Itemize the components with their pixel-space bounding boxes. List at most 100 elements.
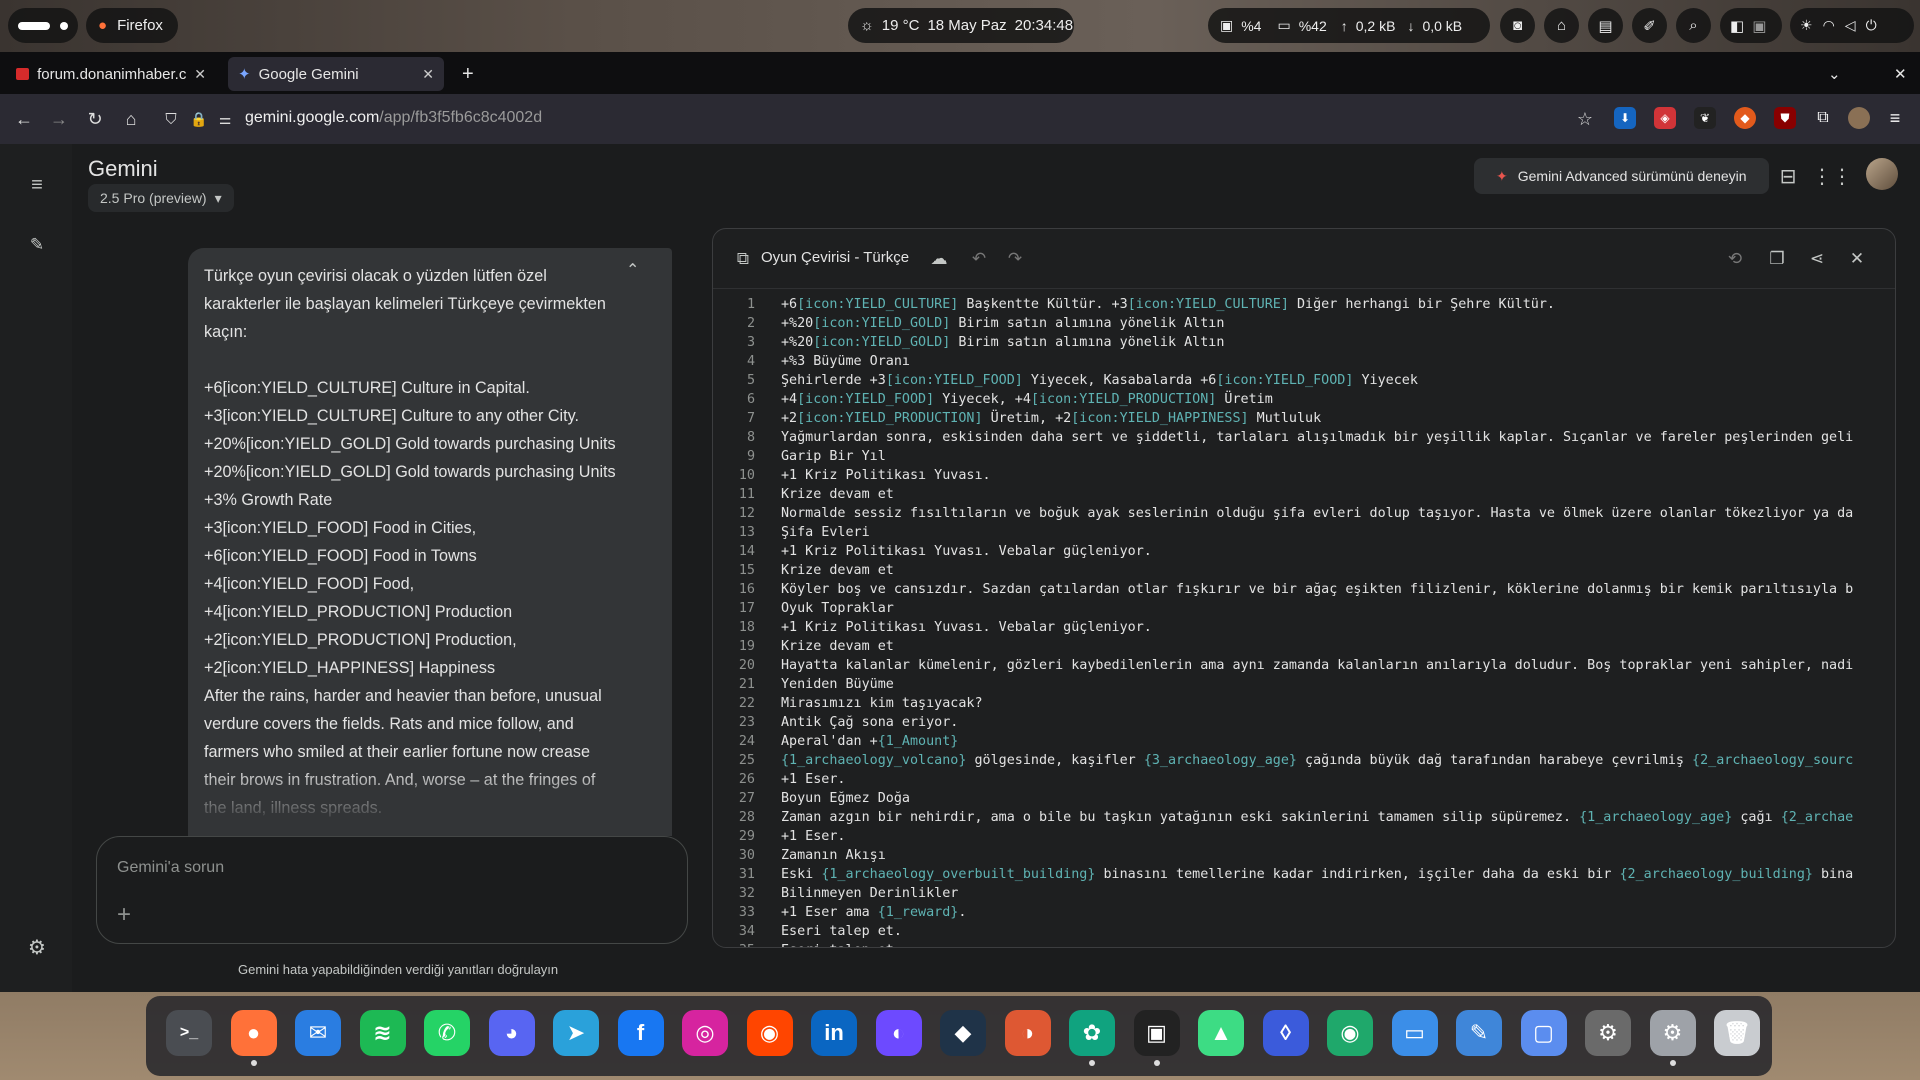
music-app-icon[interactable]: ◉ bbox=[1327, 1010, 1373, 1056]
extension-brave-icon[interactable]: ◆ bbox=[1734, 107, 1756, 129]
layout-switcher[interactable]: ◧ ▣ bbox=[1720, 8, 1782, 43]
menu-hamburger-icon[interactable]: ≡ bbox=[24, 172, 50, 198]
profile-icon[interactable] bbox=[1848, 107, 1870, 129]
home-icon[interactable]: ⌂ bbox=[118, 106, 144, 132]
redo-icon[interactable]: ↷ bbox=[1003, 247, 1027, 271]
bookmark-star-icon[interactable]: ☆ bbox=[1572, 106, 1598, 132]
forward-arrow-icon[interactable]: → bbox=[46, 106, 72, 132]
code-line: 18 +1 Kriz Politikası Yuvası. Vebalar güç… bbox=[713, 618, 1895, 637]
screenshot-icon[interactable]: ◙ bbox=[1500, 8, 1535, 43]
add-attachment-plus-icon[interactable]: + bbox=[117, 901, 131, 929]
tab-forum[interactable]: forum.donanimhaber.com ✕ bbox=[6, 57, 216, 91]
clipboard-icon[interactable]: ▤ bbox=[1588, 8, 1623, 43]
prompt-input[interactable]: Gemini'a sorun + bbox=[96, 836, 688, 944]
discord-icon[interactable]: ◕ bbox=[488, 1010, 535, 1056]
shield-icon[interactable]: ⛉ bbox=[158, 106, 184, 132]
undo-icon[interactable]: ↶ bbox=[967, 247, 991, 271]
firefox-icon[interactable]: ● bbox=[230, 1010, 277, 1056]
menu-hamburger-icon[interactable]: ≡ bbox=[1884, 107, 1906, 129]
line-text: Hayatta kalanlar kümelenir, gözleri kayb… bbox=[781, 658, 1854, 673]
copy-icon[interactable]: ❐ bbox=[1765, 247, 1789, 271]
quick-settings[interactable]: ☀ ◠ ◁ ⏻ bbox=[1790, 8, 1914, 43]
url-field[interactable]: gemini.google.com/app/fb3f5fb6c8c4002d bbox=[245, 109, 542, 127]
app-title: Gemini bbox=[88, 156, 158, 181]
line-number: 22 bbox=[738, 696, 755, 711]
thunderbird-icon[interactable]: ✉ bbox=[295, 1010, 341, 1056]
extension-leaf-icon[interactable]: ❦ bbox=[1694, 107, 1716, 129]
code-line: 30 Zamanın Akışı bbox=[713, 846, 1895, 865]
settings-gear-icon[interactable]: ⚙ bbox=[24, 934, 50, 960]
chatgpt-icon[interactable]: ✿ bbox=[1069, 1010, 1115, 1056]
avatar[interactable] bbox=[1866, 158, 1898, 190]
tab-list-chevron-down-icon[interactable]: ⌄ bbox=[1818, 57, 1848, 91]
model-selector[interactable]: 2.5 Pro (preview) ▾ bbox=[88, 184, 234, 212]
apps-grid-icon[interactable]: ⋮⋮ bbox=[1812, 162, 1852, 190]
back-arrow-icon[interactable]: ← bbox=[11, 106, 37, 132]
archive-icon[interactable]: ⊟ bbox=[1774, 162, 1802, 190]
code-line: 7 +2[icon:YIELD_PRODUCTION] Üretim, +2[ic… bbox=[713, 409, 1895, 428]
download-text: 0,0 kB bbox=[1422, 17, 1463, 34]
terminal-icon[interactable]: >_ bbox=[166, 1010, 212, 1056]
collapse-chevron-up-icon[interactable]: ⌃ bbox=[626, 260, 639, 280]
extension-ublock-icon[interactable]: ⛊ bbox=[1774, 107, 1796, 129]
new-tab-button[interactable]: + bbox=[452, 57, 486, 91]
new-chat-edit-icon[interactable]: ✎ bbox=[24, 232, 50, 258]
lock-icon[interactable]: 🔒 bbox=[186, 106, 212, 132]
telegram-icon[interactable]: ➤ bbox=[553, 1010, 599, 1056]
tab-label: Google Gemini bbox=[258, 65, 359, 83]
message-line: farmers who smiled at their earlier fort… bbox=[204, 743, 590, 761]
message-line: +3% Growth Rate bbox=[204, 491, 333, 509]
extensions-puzzle-icon[interactable]: ⧉ bbox=[1812, 107, 1834, 129]
tab-gemini[interactable]: ✦ Google Gemini ✕ bbox=[228, 57, 444, 91]
linkedin-icon[interactable]: in bbox=[811, 1010, 857, 1056]
line-text: Eseri talep et. bbox=[781, 924, 902, 939]
code-line: 24 Aperal'dan +{1_Amount} bbox=[713, 732, 1895, 751]
navigation-bar: ← → ↻ ⌂ ⛉ 🔒 ⚌ gemini.google.com/app/fb3f… bbox=[0, 94, 1920, 144]
drop-app-icon[interactable]: ◊ bbox=[1262, 1010, 1309, 1056]
store-icon[interactable]: ▢ bbox=[1520, 1010, 1567, 1056]
color-picker-icon[interactable]: ✐ bbox=[1632, 8, 1667, 43]
close-icon[interactable]: ✕ bbox=[194, 66, 206, 83]
line-text: Normalde sessiz fısıltıların ve boğuk ay… bbox=[781, 506, 1854, 521]
system-monitor[interactable]: ▣ %4 ▭ %42 ↑ 0,2 kB ↓ 0,0 kB bbox=[1208, 8, 1490, 43]
line-text: Mirasımızı kim taşıyacak? bbox=[781, 696, 983, 711]
history-icon[interactable]: ⟲ bbox=[1723, 247, 1747, 271]
extension-download-icon[interactable]: ⬇ bbox=[1614, 107, 1636, 129]
home-icon[interactable]: ⌂ bbox=[1544, 8, 1579, 43]
canvas-title: Oyun Çevirisi - Türkçe bbox=[761, 249, 910, 266]
spotify-icon[interactable]: ≋ bbox=[359, 1010, 406, 1056]
code-line: 20 Hayatta kalanlar kümelenir, gözleri ka… bbox=[713, 656, 1895, 675]
close-icon[interactable]: ✕ bbox=[1845, 247, 1869, 271]
reddit-icon[interactable]: ◉ bbox=[746, 1010, 793, 1056]
extension-red-icon[interactable]: ◈ bbox=[1654, 107, 1676, 129]
donanimhaber-favicon-icon bbox=[16, 68, 30, 80]
gemini-advanced-button[interactable]: ✦ Gemini Advanced sürümünü deneyin bbox=[1474, 158, 1769, 194]
whatsapp-icon[interactable]: ✆ bbox=[424, 1010, 470, 1056]
code-line: 29 +1 Eser. bbox=[713, 827, 1895, 846]
reload-icon[interactable]: ↻ bbox=[82, 106, 108, 132]
text-editor-icon[interactable]: ✎ bbox=[1456, 1010, 1502, 1056]
cloud-icon[interactable]: ☁ bbox=[927, 247, 951, 271]
cube-app-icon[interactable]: ▣ bbox=[1133, 1010, 1180, 1056]
trash-icon[interactable]: 🗑 bbox=[1714, 1010, 1760, 1056]
duckduckgo-icon[interactable]: ◑ bbox=[1004, 1010, 1051, 1056]
android-app-icon[interactable]: ▲ bbox=[1198, 1010, 1244, 1056]
permissions-icon[interactable]: ⚌ bbox=[212, 106, 238, 132]
close-icon[interactable]: ✕ bbox=[422, 66, 434, 83]
search-icon[interactable]: ⌕ bbox=[1676, 8, 1711, 43]
code-editor[interactable]: 1 +6[icon:YIELD_CULTURE] Başkentte Kültür… bbox=[713, 295, 1895, 947]
clock-widget[interactable]: ☼ 19 °C 18 May Paz 20:34:48 bbox=[848, 8, 1074, 43]
workspace-indicator[interactable] bbox=[8, 8, 78, 43]
instagram-icon[interactable]: ◎ bbox=[682, 1010, 728, 1056]
active-app-indicator[interactable]: ● Firefox bbox=[86, 8, 178, 43]
line-text: Krize devam et bbox=[781, 487, 894, 502]
code-line: 23 Antik Çağ sona eriyor. bbox=[713, 713, 1895, 732]
window-close-icon[interactable]: ✕ bbox=[1884, 57, 1914, 91]
proton-icon[interactable]: ◐ bbox=[875, 1010, 922, 1056]
facebook-icon[interactable]: f bbox=[617, 1010, 664, 1056]
todoist-icon[interactable]: ◆ bbox=[940, 1010, 986, 1056]
system-settings-icon[interactable]: ⚙ bbox=[1649, 1010, 1696, 1056]
share-icon[interactable]: ⋖ bbox=[1805, 247, 1829, 271]
files-icon[interactable]: ▭ bbox=[1391, 1010, 1438, 1056]
settings-app-icon[interactable]: ⚙ bbox=[1585, 1010, 1631, 1056]
